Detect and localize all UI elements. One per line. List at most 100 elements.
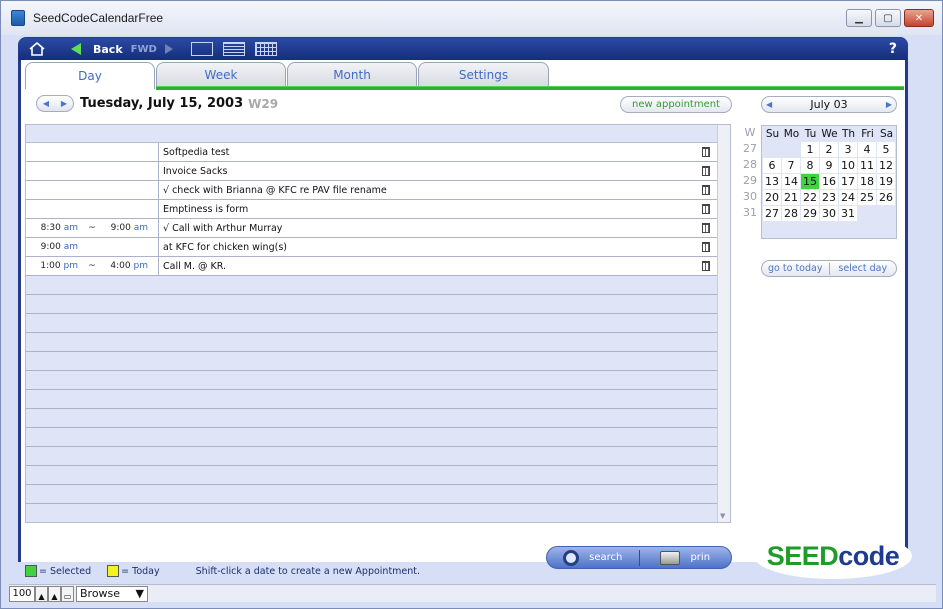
- search-button[interactable]: search: [547, 549, 639, 566]
- tab-day[interactable]: Day: [25, 62, 155, 89]
- action-buttons: search prin: [546, 546, 732, 569]
- mode-select[interactable]: Browse ▼: [76, 585, 148, 602]
- calendar-day[interactable]: 30: [820, 206, 838, 221]
- month-view-icon[interactable]: [254, 42, 277, 56]
- zoom-level[interactable]: 100: [9, 585, 35, 602]
- empty-day-cell: [858, 206, 876, 221]
- appointment-row[interactable]: √ check with Brianna @ KFC re PAV file r…: [26, 181, 718, 200]
- active-tab-rule: [156, 86, 904, 90]
- window-controls: ▁ ▢ ✕: [846, 9, 934, 27]
- start-time: 8:30 am: [26, 223, 78, 233]
- appointment-row[interactable]: Invoice Sacks: [26, 162, 718, 181]
- calendar-day[interactable]: 11: [858, 158, 876, 173]
- day-view-icon[interactable]: [190, 42, 213, 56]
- calendar-day[interactable]: 5: [877, 142, 895, 157]
- calendar-day[interactable]: 12: [877, 158, 895, 173]
- calendar-day[interactable]: 13: [763, 174, 781, 189]
- delete-appointment-button[interactable]: [694, 200, 718, 218]
- delete-appointment-button[interactable]: [694, 181, 718, 199]
- calendar-day[interactable]: 24: [839, 190, 857, 205]
- calendar-day[interactable]: 19: [877, 174, 895, 189]
- close-button[interactable]: ✕: [904, 9, 934, 27]
- week-number-cell: 27: [743, 142, 757, 155]
- calendar-day[interactable]: 8: [801, 158, 819, 173]
- calendar-day[interactable]: 27: [763, 206, 781, 221]
- delete-appointment-button[interactable]: [694, 257, 718, 275]
- calendar-day[interactable]: 16: [820, 174, 838, 189]
- tab-settings[interactable]: Settings: [418, 62, 549, 86]
- tab-week[interactable]: Week: [156, 62, 286, 86]
- mini-calendar-month: July 03: [810, 98, 848, 111]
- calendar-day[interactable]: 25: [858, 190, 876, 205]
- delete-appointment-button[interactable]: [694, 238, 718, 256]
- home-button[interactable]: [27, 40, 47, 58]
- print-label: prin: [690, 552, 711, 563]
- calendar-day[interactable]: 26: [877, 190, 895, 205]
- help-button[interactable]: ?: [889, 41, 897, 57]
- calendar-day[interactable]: 31: [839, 206, 857, 221]
- prev-month-icon[interactable]: ◀: [766, 100, 772, 109]
- back-arrow-icon: [71, 43, 81, 55]
- forward-button[interactable]: FWD: [131, 43, 173, 55]
- calendar-day[interactable]: 4: [858, 142, 876, 157]
- delete-appointment-button[interactable]: [694, 219, 718, 237]
- day-nav-buttons[interactable]: ◀ ▶: [36, 95, 74, 112]
- day-name-header: Th: [839, 126, 858, 142]
- calendar-day[interactable]: 1: [801, 142, 819, 157]
- prev-day-icon[interactable]: ◀: [43, 99, 49, 108]
- scroll-down-icon[interactable]: ▼: [720, 512, 725, 520]
- next-day-icon[interactable]: ▶: [61, 99, 67, 108]
- day-name-header: We: [820, 126, 839, 142]
- week-number-cell: 28: [743, 158, 757, 171]
- calendar-day[interactable]: 10: [839, 158, 857, 173]
- calendar-day[interactable]: 9: [820, 158, 838, 173]
- next-month-icon[interactable]: ▶: [886, 100, 892, 109]
- toolbar: Back FWD ?: [19, 38, 907, 60]
- appointment-row[interactable]: Softpedia test: [26, 143, 718, 162]
- mini-calendar-nav: ◀ July 03 ▶: [761, 96, 897, 113]
- appointment-row[interactable]: 8:30 am ~9:00 am √ Call with Arthur Murray: [26, 219, 718, 238]
- status-toggle-icon[interactable]: ▭: [61, 585, 74, 602]
- calendar-day[interactable]: 7: [782, 158, 800, 173]
- appointment-row[interactable]: 1:00 pm ~4:00 pm Call M. @ KR.: [26, 257, 718, 276]
- tab-month[interactable]: Month: [287, 62, 417, 86]
- zoom-out-icon[interactable]: ▲: [35, 585, 48, 602]
- calendar-day[interactable]: 17: [839, 174, 857, 189]
- new-appointment-button[interactable]: new appointment: [620, 96, 732, 113]
- zoom-in-icon[interactable]: ▲: [48, 585, 61, 602]
- go-to-today-button[interactable]: go to today: [762, 263, 829, 274]
- list-scrollbar[interactable]: ▼: [717, 125, 730, 522]
- calendar-jump-buttons: go to today select day: [761, 260, 897, 277]
- calendar-day[interactable]: 18: [858, 174, 876, 189]
- start-ampm: am: [63, 242, 78, 252]
- delete-appointment-button[interactable]: [694, 143, 718, 161]
- day-name-header: Sa: [877, 126, 896, 142]
- time-separator: ~: [88, 223, 96, 233]
- logo-code: code: [838, 540, 900, 571]
- delete-appointment-button[interactable]: [694, 162, 718, 180]
- start-time-value: 8:30: [40, 223, 61, 233]
- maximize-button[interactable]: ▢: [875, 9, 901, 27]
- calendar-day[interactable]: 20: [763, 190, 781, 205]
- week-number-cell: 29: [743, 174, 757, 187]
- calendar-day[interactable]: 6: [763, 158, 781, 173]
- week-view-icon[interactable]: [222, 42, 245, 56]
- back-button[interactable]: Back: [71, 43, 123, 56]
- print-button[interactable]: prin: [640, 550, 732, 565]
- appointment-row[interactable]: Emptiness is form: [26, 200, 718, 219]
- calendar-day[interactable]: 23: [820, 190, 838, 205]
- empty-row: [26, 428, 718, 447]
- calendar-day[interactable]: 2: [820, 142, 838, 157]
- select-day-button[interactable]: select day: [830, 263, 897, 274]
- calendar-day[interactable]: 3: [839, 142, 857, 157]
- minimize-button[interactable]: ▁: [846, 9, 872, 27]
- calendar-day[interactable]: 29: [801, 206, 819, 221]
- calendar-day[interactable]: 28: [782, 206, 800, 221]
- start-time-value: 9:00: [40, 242, 61, 252]
- calendar-day[interactable]: 21: [782, 190, 800, 205]
- appointment-row[interactable]: 9:00 am at KFC for chicken wing(s): [26, 238, 718, 257]
- calendar-day[interactable]: 22: [801, 190, 819, 205]
- calendar-day[interactable]: 15: [801, 174, 819, 189]
- empty-day-cell: [877, 206, 895, 221]
- calendar-day[interactable]: 14: [782, 174, 800, 189]
